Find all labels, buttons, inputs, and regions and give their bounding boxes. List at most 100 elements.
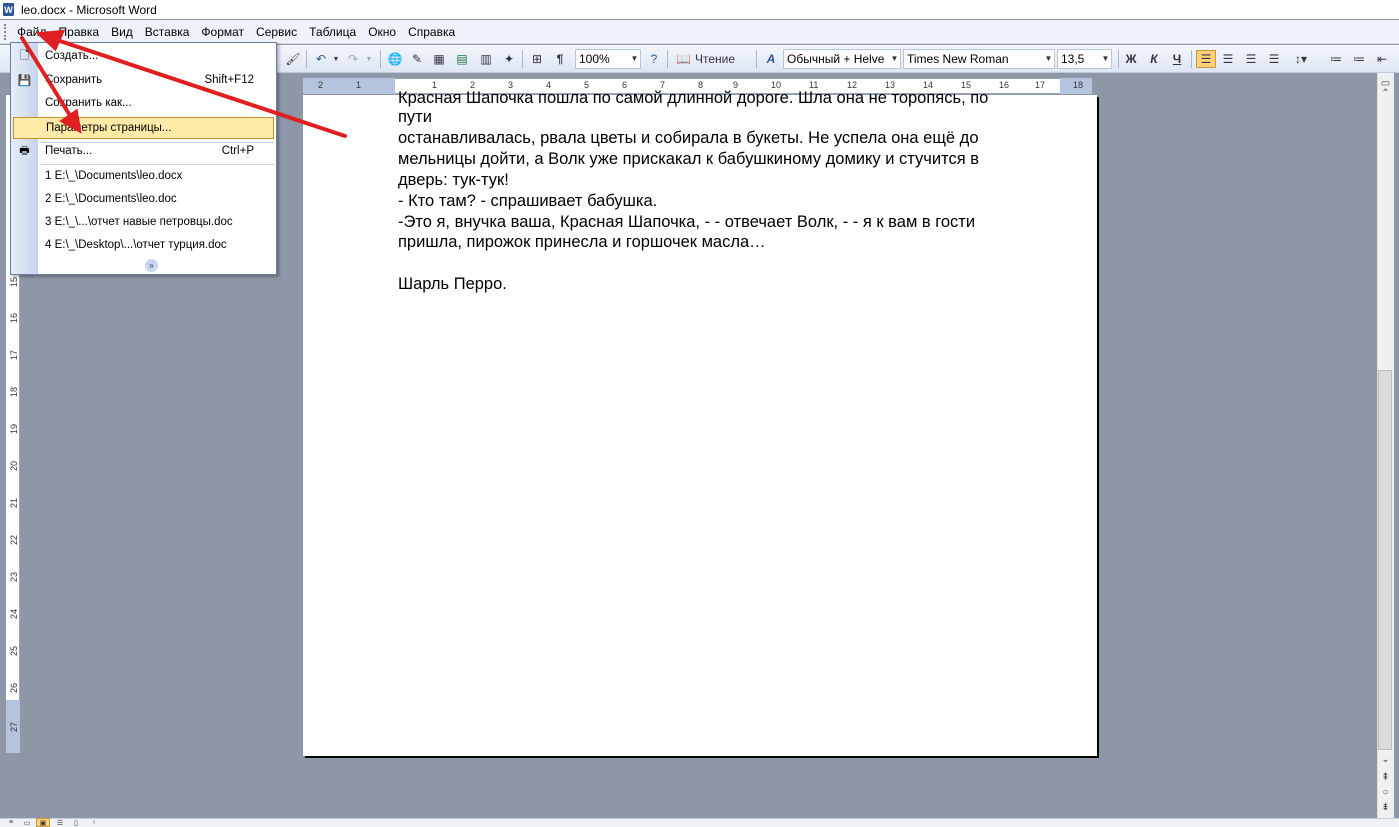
document-line: пришла, пирожок принесла и горшочек масл… bbox=[398, 233, 766, 251]
document-line: пути bbox=[398, 108, 432, 126]
undo-icon[interactable]: ↶ bbox=[312, 50, 330, 68]
chevron-down-icon[interactable]: ▼ bbox=[1043, 50, 1054, 68]
underline-button[interactable]: Ч bbox=[1168, 50, 1186, 68]
scroll-left-icon[interactable]: ‹ bbox=[87, 818, 101, 827]
drawing-icon[interactable]: ✦ bbox=[500, 50, 518, 68]
ruler-tick: 22 bbox=[9, 535, 19, 546]
align-center-icon[interactable]: ☰ bbox=[1219, 50, 1237, 68]
menu-item-label: 2 E:\_\Documents\leo.doc bbox=[45, 193, 177, 205]
show-formatting-icon[interactable]: ¶ bbox=[552, 50, 568, 68]
redo-dropdown-icon[interactable]: ▼ bbox=[364, 50, 374, 68]
recent-file-item[interactable]: 3 E:\_\...\отчет навые петровцы.doc bbox=[11, 211, 276, 233]
menu-item-label: Печать... bbox=[45, 145, 93, 157]
outline-view-icon[interactable]: ☰ bbox=[53, 818, 67, 827]
new-document-icon: 🗋 bbox=[20, 49, 29, 62]
format-painter-icon[interactable]: 🖌 bbox=[284, 50, 302, 68]
bold-button[interactable]: Ж bbox=[1122, 50, 1140, 68]
ruler-tick: 25 bbox=[9, 646, 19, 657]
toolbar-separator bbox=[380, 50, 381, 68]
recent-file-item[interactable]: 4 E:\_\Desktop\...\отчет турция.doc bbox=[11, 234, 276, 256]
reading-mode-button[interactable]: 📖 Чтение bbox=[673, 50, 738, 68]
menu-file[interactable]: Файл bbox=[11, 23, 53, 41]
recent-file-item[interactable]: 2 E:\_\Documents\leo.doc bbox=[11, 188, 276, 210]
ruler-tick: 20 bbox=[9, 461, 19, 472]
italic-button[interactable]: К bbox=[1145, 50, 1163, 68]
align-right-icon[interactable]: ☰ bbox=[1242, 50, 1260, 68]
document-line: - Кто там? - спрашивает бабушка. bbox=[398, 192, 658, 210]
print-layout-icon[interactable]: ▣ bbox=[36, 818, 50, 827]
menu-table[interactable]: Таблица bbox=[303, 23, 362, 41]
document-line: дверь: тук-тук! bbox=[398, 171, 509, 189]
undo-dropdown-icon[interactable]: ▼ bbox=[331, 50, 341, 68]
align-left-icon[interactable]: ☰ bbox=[1196, 50, 1216, 68]
ruler-left-margin bbox=[303, 78, 395, 94]
ruler-tick: 21 bbox=[9, 498, 19, 509]
toolbar-separator bbox=[1191, 50, 1192, 68]
chevron-down-icon[interactable]: ▼ bbox=[889, 50, 900, 68]
menu-format[interactable]: Формат bbox=[195, 23, 250, 41]
save-icon: 💾 bbox=[17, 74, 32, 87]
ruler-tick: 17 bbox=[9, 350, 19, 361]
menu-item-new[interactable]: 🗋 Создать... bbox=[11, 45, 276, 67]
next-page-icon[interactable]: ⇟ bbox=[1378, 800, 1393, 815]
justify-icon[interactable]: ☰ bbox=[1265, 50, 1283, 68]
menu-item-label: 1 E:\_\Documents\leo.docx bbox=[45, 170, 183, 182]
ruler-tick: 19 bbox=[9, 424, 19, 435]
menu-insert[interactable]: Вставка bbox=[139, 23, 196, 41]
help-icon[interactable]: ? bbox=[646, 50, 662, 68]
chevron-down-icon[interactable]: ▼ bbox=[1100, 50, 1111, 68]
columns-icon[interactable]: ▥ bbox=[477, 50, 495, 68]
line-spacing-icon[interactable]: ↕▾ bbox=[1288, 50, 1314, 68]
ruler-tick: 18 bbox=[1073, 80, 1084, 90]
scrollbar-thumb[interactable] bbox=[1378, 370, 1392, 750]
decrease-indent-icon[interactable]: ⇤ bbox=[1373, 50, 1391, 68]
menu-item-label: 4 E:\_\Desktop\...\отчет турция.doc bbox=[45, 239, 227, 251]
scroll-up-icon[interactable]: ⌃ bbox=[1378, 86, 1393, 101]
zoom-value: 100% bbox=[579, 52, 610, 66]
numbered-list-icon[interactable]: ≔ bbox=[1327, 50, 1345, 68]
insert-excel-icon[interactable]: ▤ bbox=[453, 50, 471, 68]
menu-edit[interactable]: Правка bbox=[53, 23, 106, 41]
font-select[interactable]: Times New Roman ▼ bbox=[903, 49, 1055, 69]
recent-file-item[interactable]: 1 E:\_\Documents\leo.docx bbox=[11, 165, 276, 187]
document-line: -Это я, внучка ваша, Красная Шапочка, - … bbox=[398, 213, 976, 231]
book-icon: 📖 bbox=[676, 52, 691, 66]
chevron-down-icon[interactable]: ▼ bbox=[629, 50, 640, 68]
font-size-select[interactable]: 13,5 ▼ bbox=[1057, 49, 1112, 69]
ruler-tick: 18 bbox=[9, 387, 19, 398]
redo-icon[interactable]: ↷ bbox=[344, 50, 362, 68]
menu-tools[interactable]: Сервис bbox=[250, 23, 303, 41]
normal-view-icon[interactable]: ≡ bbox=[4, 818, 18, 827]
ruler-tick: 27 bbox=[9, 722, 19, 733]
document-map-icon[interactable]: ⊞ bbox=[528, 50, 546, 68]
ruler-tick: 26 bbox=[9, 683, 19, 694]
expand-menu-icon[interactable]: » bbox=[145, 259, 158, 272]
window-title: leo.docx - Microsoft Word bbox=[21, 2, 157, 17]
previous-page-icon[interactable]: ⇞ bbox=[1378, 770, 1393, 785]
menu-window[interactable]: Окно bbox=[362, 23, 402, 41]
tables-borders-icon[interactable]: ✎ bbox=[408, 50, 426, 68]
menu-item-label: Сохранить bbox=[45, 74, 103, 86]
hyperlink-icon[interactable]: 🌐 bbox=[386, 50, 404, 68]
bulleted-list-icon[interactable]: ≔ bbox=[1350, 50, 1368, 68]
menu-item-label: 3 E:\_\...\отчет навые петровцы.doc bbox=[45, 216, 233, 228]
select-browse-object-icon[interactable]: ○ bbox=[1378, 785, 1393, 800]
menu-item-shortcut: Shift+F12 bbox=[204, 74, 254, 86]
zoom-select[interactable]: 100% ▼ bbox=[575, 49, 641, 69]
document-page[interactable]: Красная Шапочка пошла по самой длинной д… bbox=[303, 89, 1097, 756]
menu-item-print[interactable]: 🖶 Печать... Ctrl+P bbox=[11, 140, 276, 162]
scroll-down-icon[interactable]: ⌄ bbox=[1378, 752, 1393, 767]
styles-formatting-icon[interactable]: A bbox=[762, 50, 780, 68]
menu-view[interactable]: Вид bbox=[105, 23, 139, 41]
reading-view-icon[interactable]: ▯ bbox=[69, 818, 83, 827]
menu-help[interactable]: Справка bbox=[402, 23, 461, 41]
menu-item-save-as[interactable]: Сохранить как... bbox=[11, 92, 276, 114]
menubar-grip[interactable] bbox=[4, 23, 7, 40]
menu-item-page-setup[interactable]: Параметры страницы... bbox=[13, 117, 274, 139]
toolbar-separator bbox=[522, 50, 523, 68]
web-view-icon[interactable]: ▭ bbox=[20, 818, 34, 827]
document-line: Шарль Перро. bbox=[398, 275, 507, 293]
menu-item-save[interactable]: 💾 Сохранить Shift+F12 bbox=[11, 69, 276, 91]
insert-table-icon[interactable]: ▦ bbox=[430, 50, 448, 68]
style-select[interactable]: Обычный + Helve ▼ bbox=[783, 49, 901, 69]
